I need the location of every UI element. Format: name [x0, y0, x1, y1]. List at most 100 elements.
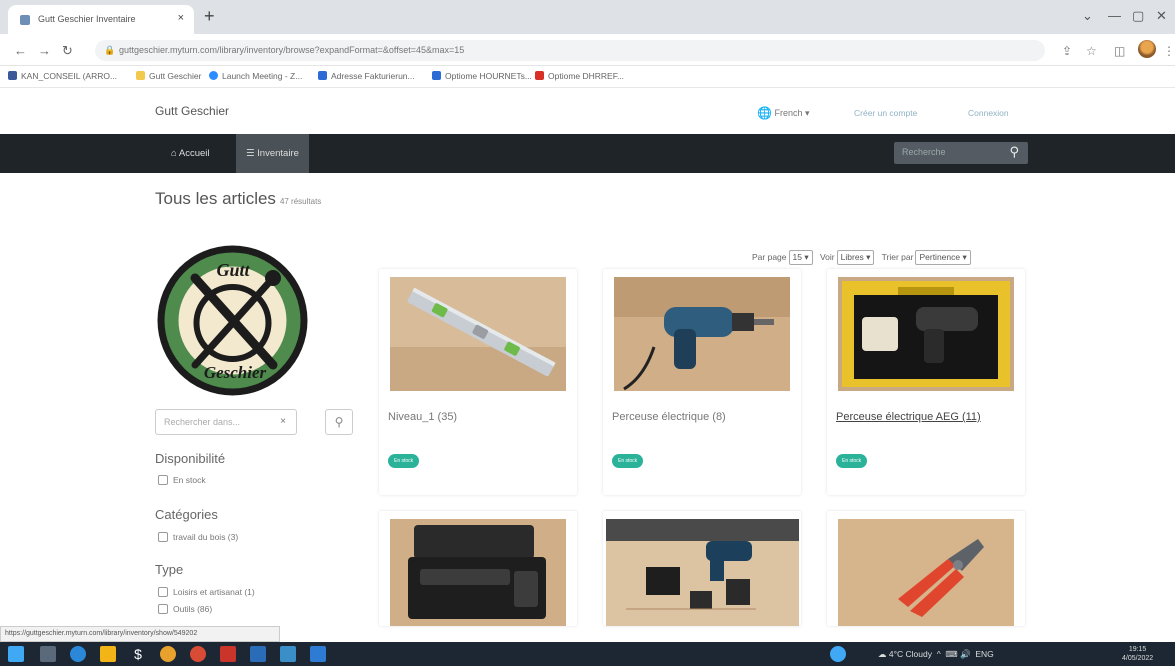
maximize-icon[interactable]: ▢	[1132, 8, 1144, 24]
system-tray[interactable]: ☁ 4°C Cloudy ^ ⌨ 🔊 ENG	[878, 649, 994, 660]
logo-text-top: Gutt	[216, 260, 250, 280]
item-image-tool-case[interactable]	[390, 519, 566, 626]
checkbox[interactable]	[158, 604, 168, 614]
app-icon[interactable]	[190, 646, 206, 662]
browser-tab[interactable]: Gutt Geschier Inventaire ×	[8, 5, 194, 34]
menu-icon[interactable]: ⋮	[1163, 44, 1175, 58]
bookmark-icon	[318, 71, 327, 80]
chevron-down-icon[interactable]: ⌄	[1082, 8, 1093, 24]
language-selector[interactable]: 🌐 French ▾	[757, 106, 810, 120]
checkbox[interactable]	[158, 475, 168, 485]
item-title[interactable]: Perceuse électrique (8)	[612, 411, 726, 423]
bookmark-icon	[209, 71, 218, 80]
sort-select[interactable]: Pertinence ▾	[915, 250, 971, 265]
windows-start-icon[interactable]	[8, 646, 24, 662]
file-explorer-icon[interactable]	[100, 646, 116, 662]
cloud-icon: ☁	[878, 649, 887, 659]
create-account-link[interactable]: Créer un compte	[854, 108, 917, 118]
library-logo: Gutt Geschier	[157, 245, 308, 396]
bookmark-star-icon[interactable]: ☆	[1086, 44, 1097, 58]
item-image-cordless-drill[interactable]	[606, 519, 799, 626]
filter-option-in-stock[interactable]: En stock	[158, 475, 206, 485]
clear-icon[interactable]: ×	[280, 416, 286, 427]
item-image-drill-aeg[interactable]	[838, 277, 1014, 391]
sidebar-search-button[interactable]: ⚲	[325, 409, 353, 435]
lock-icon: 🔒	[104, 45, 116, 55]
chrome-icon[interactable]	[160, 646, 176, 662]
filter-heading-categories: Catégories	[155, 507, 218, 522]
item-card[interactable]: Niveau_1 (35) En stock	[379, 269, 577, 495]
reload-icon[interactable]: ↻	[62, 43, 73, 59]
bookmark-icon	[136, 71, 145, 80]
task-view-icon[interactable]	[40, 646, 56, 662]
item-card[interactable]	[827, 511, 1025, 626]
item-image-drill[interactable]	[614, 277, 790, 391]
url-text: guttgeschier.myturn.com/library/inventor…	[119, 45, 465, 55]
bookmark-item[interactable]: Adresse Fakturierun...	[318, 71, 415, 81]
bookmark-item[interactable]: Launch Meeting - Z...	[209, 71, 302, 81]
filter-option-tools[interactable]: Outils (86)	[158, 604, 212, 614]
bookmark-icon	[535, 71, 544, 80]
nav-inventory[interactable]: ☰ Inventaire	[236, 134, 309, 173]
tab-title: Gutt Geschier Inventaire	[38, 14, 136, 24]
item-card[interactable]: Perceuse électrique (8) En stock	[603, 269, 801, 495]
logo-text-bottom: Geschier	[204, 363, 267, 382]
extensions-icon[interactable]: ◫	[1114, 44, 1125, 58]
item-title[interactable]: Niveau_1 (35)	[388, 411, 457, 423]
edge-icon[interactable]	[70, 646, 86, 662]
teams-icon[interactable]	[280, 646, 296, 662]
item-card[interactable]	[379, 511, 577, 626]
item-image-pliers[interactable]	[838, 519, 1014, 626]
forward-icon[interactable]: →	[38, 43, 51, 58]
sidebar-search-input[interactable]: Rechercher dans... ×	[155, 409, 297, 435]
site-header: Gutt Geschier 🌐 French ▾ Créer un compte…	[0, 88, 1175, 134]
new-tab-button[interactable]: +	[204, 6, 215, 27]
navbar-search-input[interactable]: Recherche ⚲	[894, 142, 1028, 164]
dollar-app-icon[interactable]: $	[130, 646, 146, 662]
bookmarks-bar: KAN_CONSEIL (ARRO... Gutt Geschier Launc…	[0, 66, 1175, 88]
home-icon: ⌂	[171, 148, 177, 159]
network-icon[interactable]	[830, 646, 846, 662]
minimize-icon[interactable]: —	[1108, 8, 1121, 23]
profile-avatar[interactable]	[1138, 40, 1156, 58]
windows-taskbar: $ ☁ 4°C Cloudy ^ ⌨ 🔊 ENG 19:15 4/05/2022	[0, 642, 1175, 666]
powerpoint-icon[interactable]	[220, 646, 236, 662]
word-icon[interactable]	[250, 646, 266, 662]
bookmark-item[interactable]: KAN_CONSEIL (ARRO...	[8, 71, 117, 81]
tab-close-icon[interactable]: ×	[178, 12, 184, 24]
filter-option-woodwork[interactable]: travail du bois (3)	[158, 532, 238, 542]
nav-home[interactable]: ⌂ Accueil	[161, 134, 220, 173]
search-icon[interactable]: ⚲	[1009, 144, 1019, 160]
status-badge: En stock	[612, 454, 644, 468]
search-icon: ⚲	[334, 415, 344, 429]
login-link[interactable]: Connexion	[968, 108, 1009, 118]
globe-icon: 🌐	[757, 106, 772, 120]
item-title[interactable]: Perceuse électrique AEG (11)	[836, 411, 981, 423]
view-select[interactable]: Libres ▾	[836, 250, 875, 265]
item-card[interactable]: Perceuse électrique AEG (11) En stock	[827, 269, 1025, 495]
back-icon[interactable]: ←	[14, 43, 27, 58]
bookmark-item[interactable]: Optiome DHRREF...	[535, 71, 624, 81]
close-window-icon[interactable]: ✕	[1156, 8, 1167, 24]
bookmark-item[interactable]: Optiome HOURNETs...	[432, 71, 532, 81]
per-page-select[interactable]: 15 ▾	[788, 250, 813, 265]
checkbox[interactable]	[158, 532, 168, 542]
list-icon: ☰	[246, 148, 255, 159]
site-favicon-icon	[20, 15, 30, 25]
bookmark-item[interactable]: Gutt Geschier	[136, 71, 201, 81]
bookmark-icon	[432, 71, 441, 80]
item-image-spirit-level[interactable]	[390, 277, 566, 391]
share-icon[interactable]: ⇪	[1062, 44, 1072, 58]
url-input[interactable]: 🔒 guttgeschier.myturn.com/library/invent…	[95, 40, 1045, 61]
site-brand[interactable]: Gutt Geschier	[155, 104, 229, 118]
item-card[interactable]	[603, 511, 801, 626]
status-badge: En stock	[836, 454, 868, 468]
clock[interactable]: 19:15 4/05/2022	[1122, 645, 1153, 663]
bookmark-icon	[8, 71, 17, 80]
checkbox[interactable]	[158, 587, 168, 597]
outlook-icon[interactable]	[310, 646, 326, 662]
listing-controls: Par page 15 ▾ Voir Libres ▾ Trier par Perti…	[752, 250, 976, 265]
browser-tab-bar: Gutt Geschier Inventaire × + ⌄ — ▢ ✕	[0, 0, 1175, 34]
filter-option-hobbies[interactable]: Loisirs et artisanat (1)	[158, 587, 255, 597]
filter-heading-type: Type	[155, 562, 184, 577]
